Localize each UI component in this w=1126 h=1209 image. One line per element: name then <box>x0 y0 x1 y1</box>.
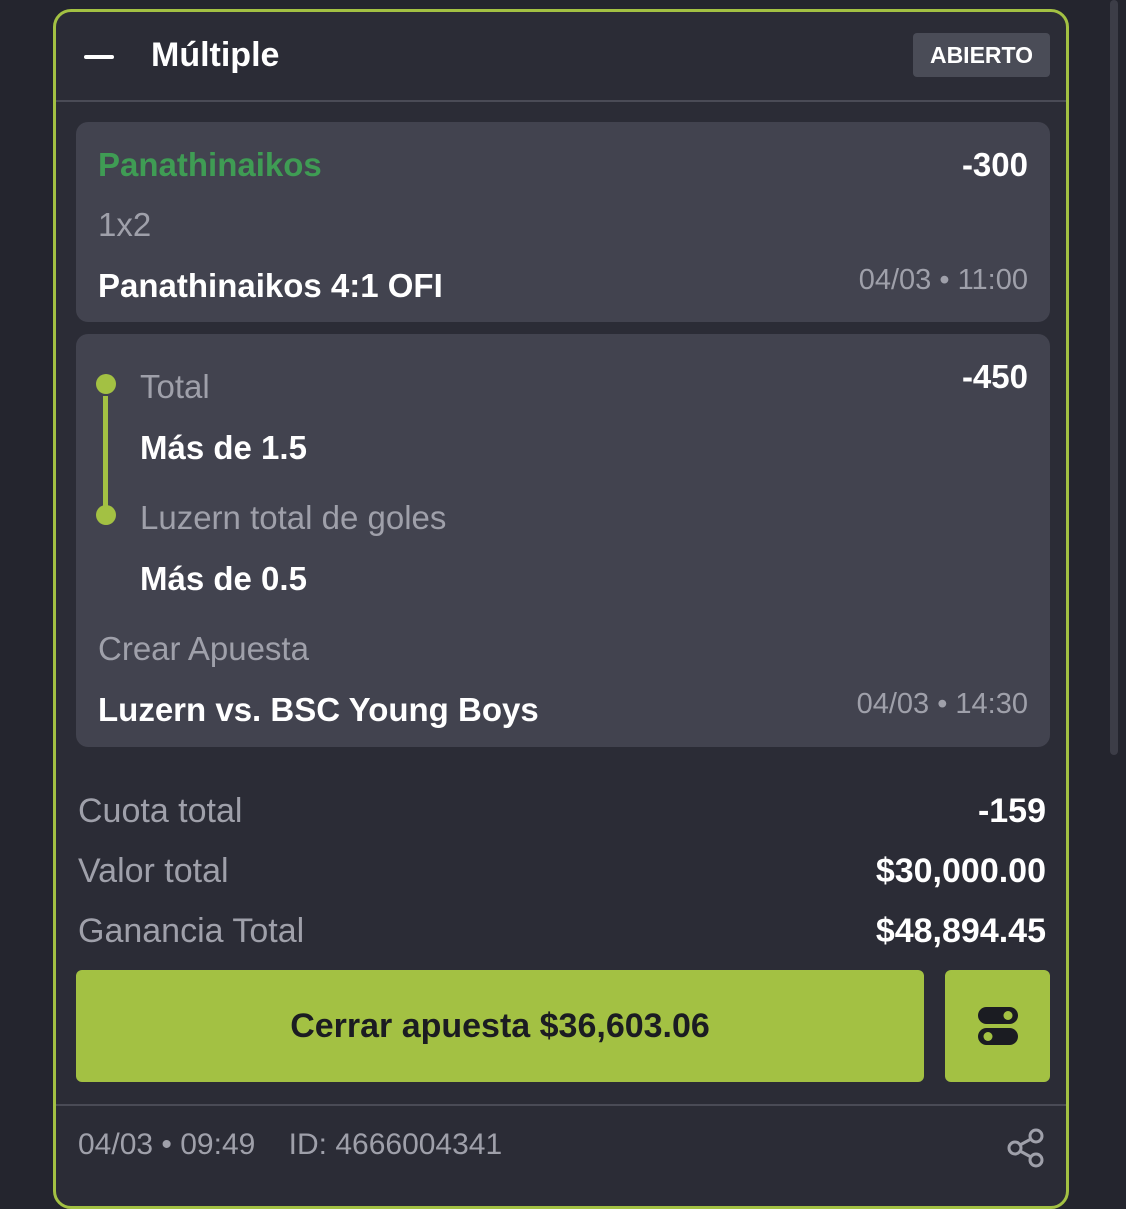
market-name: 1x2 <box>98 206 152 243</box>
selection-bullet <box>96 505 116 525</box>
leg-odds: -300 <box>961 146 1028 183</box>
match-name: Panathinaikos 4:1 OFI <box>98 267 443 304</box>
selection-connector <box>103 396 108 506</box>
match-datetime: 04/03 • 14:30 <box>856 688 1028 720</box>
bet-card-footer: 04/03 • 09:49 ID: 4666004341 <box>56 1104 1066 1206</box>
market-name: Total <box>140 368 210 405</box>
selection-pick: Más de 0.5 <box>140 560 307 597</box>
payout-label: Ganancia Total <box>78 912 305 950</box>
toggle-icon <box>977 1007 1018 1045</box>
selection-bullet <box>96 374 116 394</box>
placed-time-and-id: 04/03 • 09:49 ID: 4666004341 <box>78 1128 503 1161</box>
stake-label: Valor total <box>78 852 229 890</box>
cashout-button[interactable]: Cerrar apuesta $36,603.06 <box>76 970 924 1082</box>
bet-type-title: Múltiple <box>151 36 280 74</box>
cashout-settings-button[interactable] <box>945 970 1050 1082</box>
bet-leg: Total -450 Más de 1.5 Luzern total de go… <box>76 334 1050 747</box>
share-icon[interactable] <box>1006 1128 1046 1168</box>
status-badge: ABIERTO <box>913 33 1050 77</box>
bet-card-header[interactable]: Múltiple ABIERTO <box>56 12 1066 102</box>
payout-value: $48,894.45 <box>875 912 1046 950</box>
stake-value: $30,000.00 <box>875 852 1046 890</box>
total-odds-label: Cuota total <box>78 792 243 830</box>
match-datetime: 04/03 • 11:00 <box>858 264 1028 296</box>
match-name: Luzern vs. BSC Young Boys <box>98 691 539 728</box>
leg-odds: -450 <box>961 358 1028 395</box>
minus-icon[interactable] <box>84 55 114 59</box>
selected-team: Panathinaikos <box>98 146 322 183</box>
total-odds-value: -159 <box>977 792 1046 830</box>
page-scrollbar[interactable] <box>1110 0 1118 755</box>
market-name: Luzern total de goles <box>140 499 447 536</box>
selection-pick: Más de 1.5 <box>140 429 307 466</box>
bet-card: Múltiple ABIERTO Panathinaikos -300 1x2 … <box>53 9 1069 1209</box>
bet-leg: Panathinaikos -300 1x2 Panathinaikos 4:1… <box>76 122 1050 322</box>
bet-builder-label: Crear Apuesta <box>98 630 309 667</box>
